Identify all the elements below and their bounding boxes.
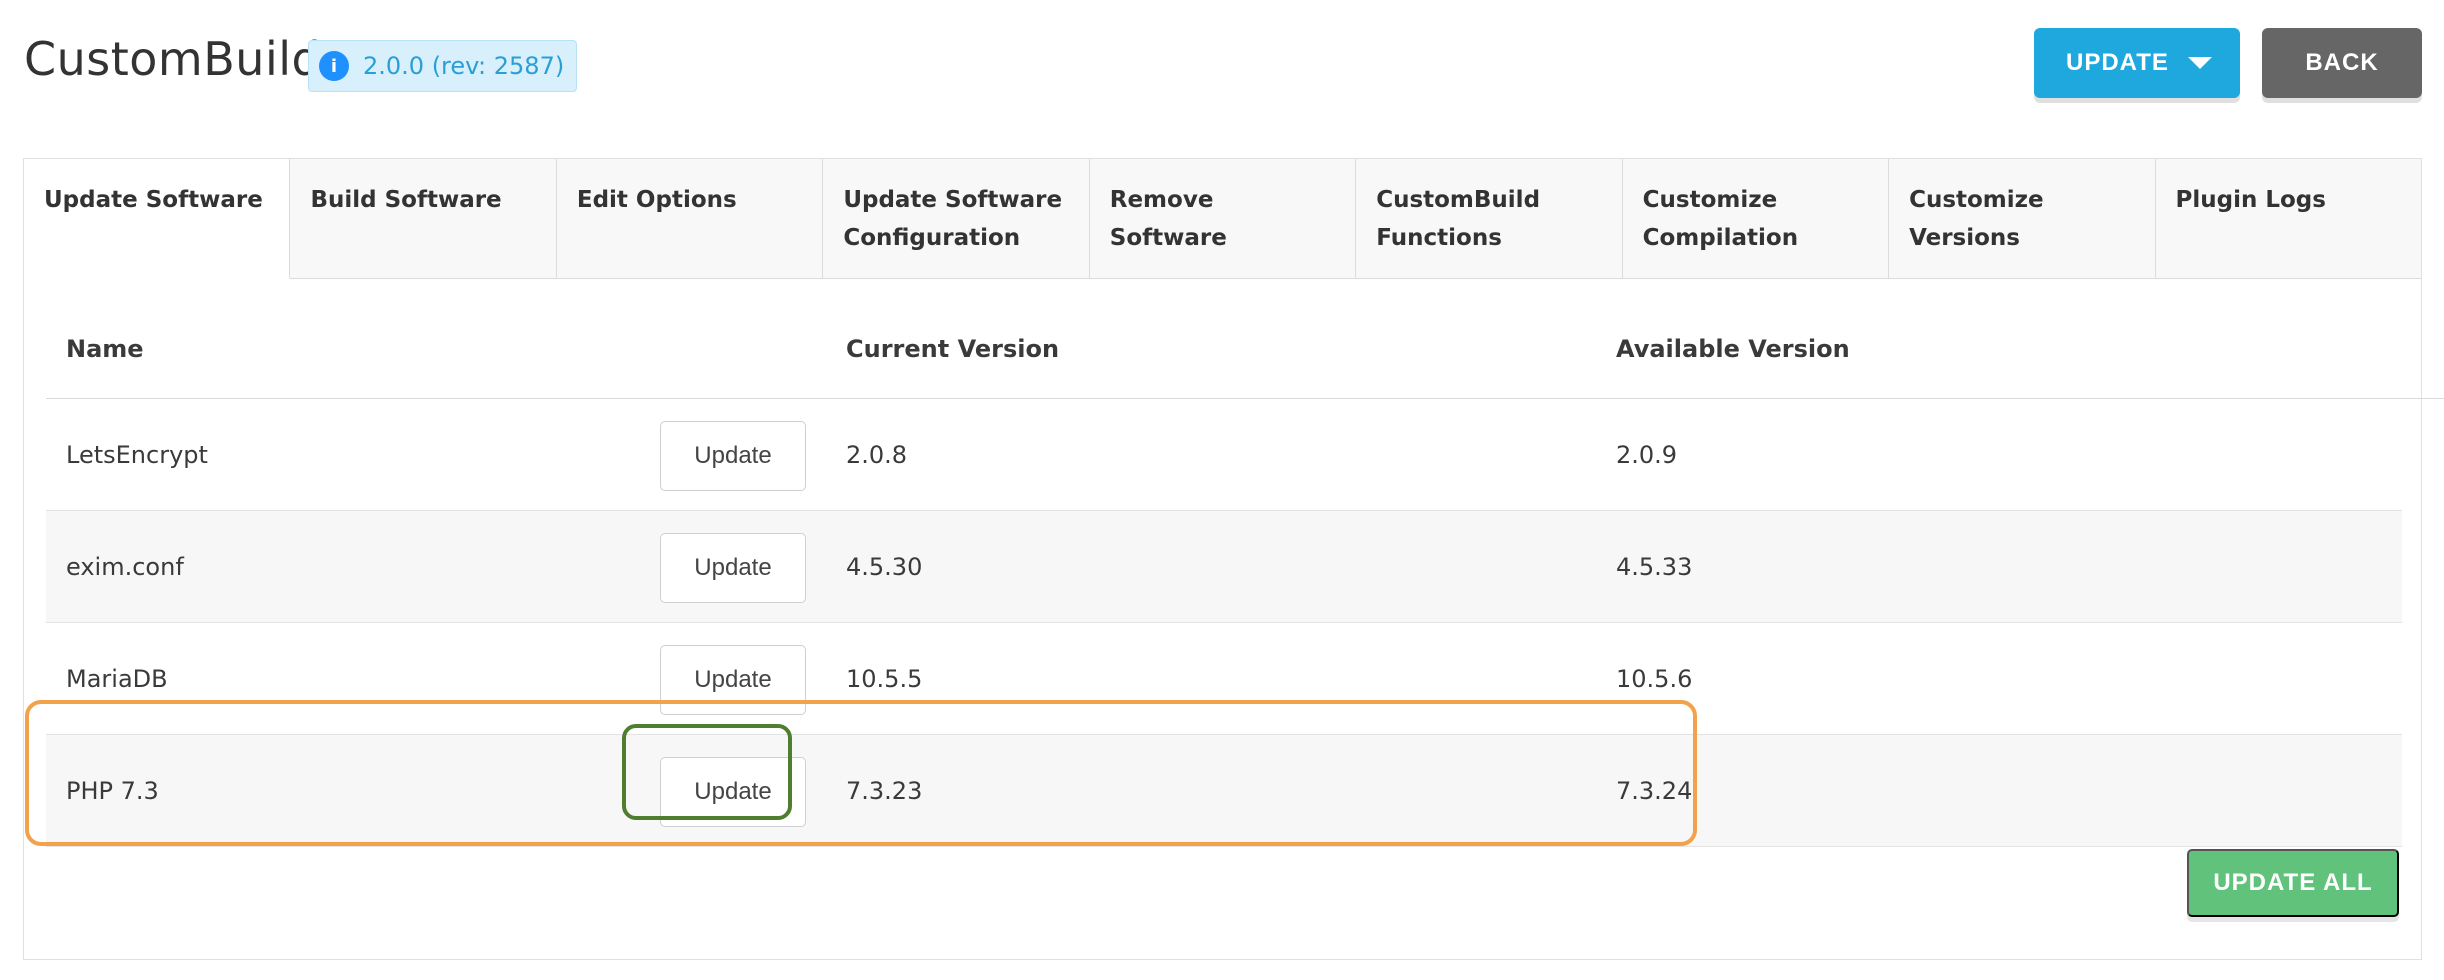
row-available-version: 2.0.9: [1616, 440, 1678, 469]
page-header: CustomBuild i 2.0.0 (rev: 2587) UPDATE B…: [0, 0, 2444, 130]
tab-build-software[interactable]: Build Software: [290, 159, 557, 278]
header-available-version: Available Version: [1616, 334, 1850, 363]
row-name: exim.conf: [66, 552, 184, 581]
update-button-mariadb[interactable]: Update: [660, 645, 806, 715]
row-current-version: 10.5.5: [846, 664, 923, 693]
update-button-php-7-3[interactable]: Update: [660, 757, 806, 827]
table-header-row: Name Current Version Available Version: [46, 299, 2444, 399]
tab-custombuild-functions[interactable]: CustomBuild Functions: [1356, 159, 1623, 278]
version-badge: i 2.0.0 (rev: 2587): [308, 40, 578, 92]
row-available-version: 7.3.24: [1616, 776, 1693, 805]
tab-customize-compilation[interactable]: Customize Compilation: [1622, 159, 1890, 278]
row-current-version: 7.3.23: [846, 776, 923, 805]
tab-bar: Update Software Build Software Edit Opti…: [24, 159, 2421, 279]
back-button[interactable]: BACK: [2262, 28, 2422, 98]
update-all-button[interactable]: UPDATE ALL: [2187, 849, 2399, 917]
tab-customize-versions[interactable]: Customize Versions: [1889, 159, 2156, 278]
info-icon: i: [319, 51, 349, 81]
header-name: Name: [66, 334, 144, 363]
table-row: MariaDB Update 10.5.5 10.5.6: [46, 623, 2402, 735]
version-text: 2.0.0 (rev: 2587): [363, 52, 565, 80]
tab-edit-options[interactable]: Edit Options: [556, 159, 824, 278]
header-current-version: Current Version: [846, 334, 1060, 363]
row-name: LetsEncrypt: [66, 440, 208, 469]
row-available-version: 4.5.33: [1616, 552, 1693, 581]
row-current-version: 2.0.8: [846, 440, 908, 469]
row-current-version: 4.5.30: [846, 552, 923, 581]
update-button-letsencrypt[interactable]: Update: [660, 421, 806, 491]
table-row: exim.conf Update 4.5.30 4.5.33: [46, 511, 2402, 623]
tab-update-software-configuration[interactable]: Update Software Configuration: [823, 159, 1090, 278]
chevron-down-icon: [2188, 57, 2212, 69]
page-title: CustomBuild: [24, 32, 322, 86]
row-name: PHP 7.3: [66, 776, 159, 805]
row-available-version: 10.5.6: [1616, 664, 1693, 693]
table-row: PHP 7.3 Update 7.3.23 7.3.24: [46, 735, 2402, 847]
row-name: MariaDB: [66, 664, 168, 693]
update-button-label: UPDATE: [2066, 49, 2169, 76]
update-button-exim-conf[interactable]: Update: [660, 533, 806, 603]
software-updates-table: Name Current Version Available Version L…: [46, 299, 2444, 847]
tab-update-software[interactable]: Update Software: [24, 159, 291, 279]
tab-remove-software[interactable]: Remove Software: [1089, 159, 1357, 278]
update-dropdown-button[interactable]: UPDATE: [2034, 28, 2240, 98]
table-row: LetsEncrypt Update 2.0.8 2.0.9: [46, 399, 2402, 511]
custombuild-panel: Update Software Build Software Edit Opti…: [23, 158, 2444, 960]
tab-plugin-logs[interactable]: Plugin Logs: [2155, 159, 2421, 278]
top-actions: UPDATE BACK: [2034, 28, 2422, 98]
